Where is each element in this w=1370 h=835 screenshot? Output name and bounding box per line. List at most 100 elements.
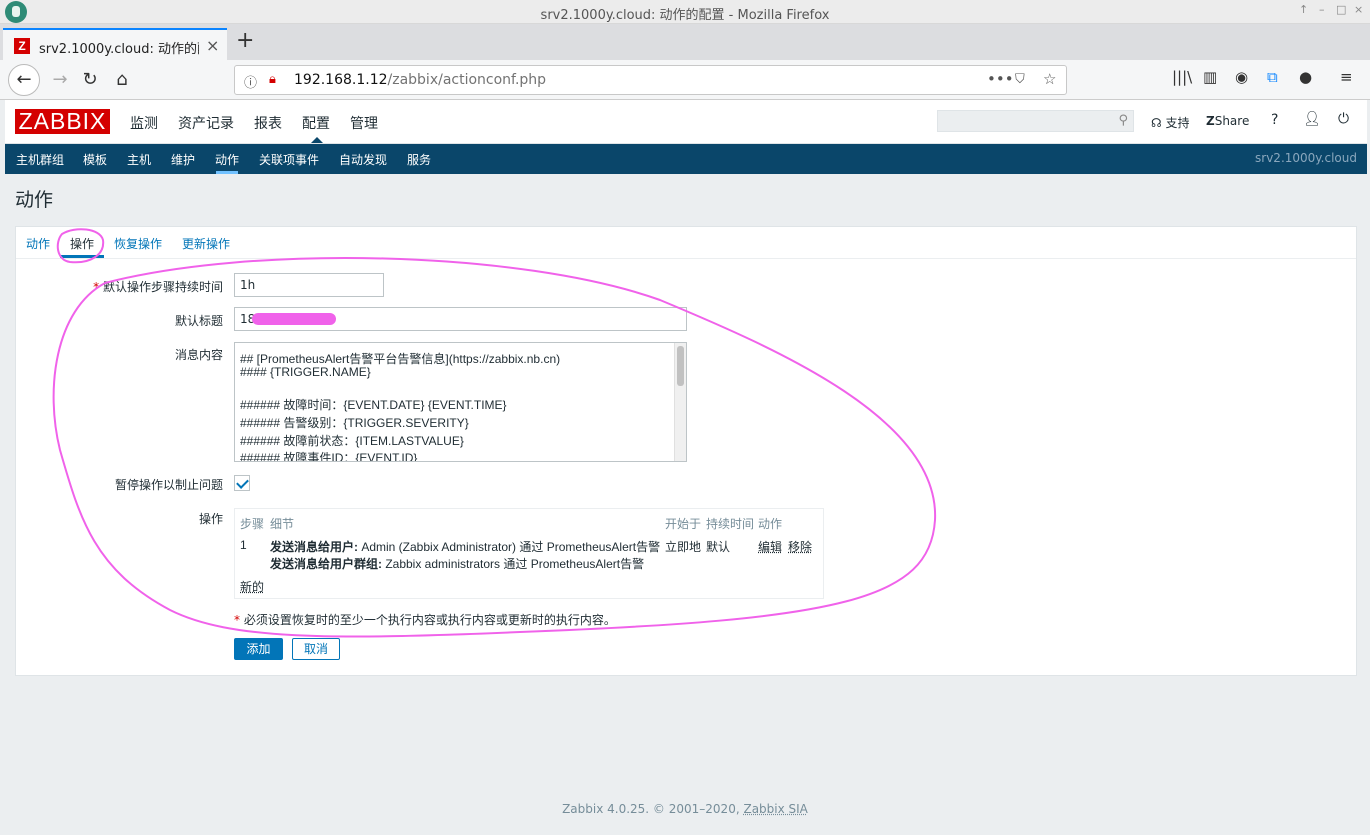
new-tab-icon[interactable]: +: [236, 28, 254, 53]
headset-icon: ☊: [1151, 116, 1162, 130]
zabbix-header: ZABBIX 监测 资产记录 报表 配置 管理 ⚲ ☊ 支持 ZShare ? …: [5, 100, 1367, 144]
footer-link[interactable]: Zabbix SIA: [743, 802, 807, 816]
extension-icon[interactable]: ●: [1299, 68, 1312, 86]
message-label: 消息内容: [174, 348, 223, 362]
active-menu-caret: [311, 137, 323, 143]
url-text[interactable]: 192.168.1.12/zabbix/actionconf.php: [294, 72, 546, 88]
page-title: 动作: [15, 189, 54, 211]
browser-tab[interactable]: Z srv2.1000y.cloud: 动作的配置 ×: [3, 28, 227, 60]
tab-close-icon[interactable]: ×: [206, 36, 219, 55]
textarea-scrollbar[interactable]: [674, 343, 686, 461]
ops-start: 立即地: [665, 540, 702, 554]
submenu-discovery[interactable]: 自动发现: [339, 151, 387, 168]
subject-label: 默认标题: [174, 314, 223, 328]
sidebar-icon[interactable]: ▥: [1203, 68, 1217, 86]
window-minimize-icon[interactable]: –: [1319, 3, 1325, 16]
ops-header-start: 开始于: [665, 517, 702, 531]
ops-remove-link[interactable]: 移除: [788, 538, 812, 555]
zabbix-favicon-icon: Z: [14, 38, 30, 54]
submenu-templates[interactable]: 模板: [83, 151, 107, 168]
message-line: ###### 故障前状态：{ITEM.LASTVALUE}: [240, 434, 464, 448]
submenu-event-correlation[interactable]: 关联项事件: [259, 151, 319, 168]
menu-inventory[interactable]: 资产记录: [178, 113, 234, 133]
submenu-host-groups[interactable]: 主机群组: [16, 151, 64, 168]
profile-icon[interactable]: 👤︎: [1303, 111, 1321, 127]
menu-reports[interactable]: 报表: [254, 113, 282, 133]
logout-icon[interactable]: ⏻: [1338, 111, 1349, 127]
ops-step: 1: [240, 538, 247, 552]
back-icon[interactable]: ←: [8, 64, 40, 96]
ops-detail-user: 发送消息给用户: Admin (Zabbix Administrator) 通过…: [270, 540, 661, 554]
submenu-hosts[interactable]: 主机: [127, 151, 151, 168]
menu-configuration[interactable]: 配置: [302, 113, 330, 133]
ops-new-link[interactable]: 新的: [240, 578, 264, 595]
browser-tab-strip: Z srv2.1000y.cloud: 动作的配置 ×: [0, 24, 1370, 60]
ops-header-details: 细节: [270, 517, 295, 531]
tab-update-operations[interactable]: 更新操作: [182, 235, 230, 252]
browser-tab-title: srv2.1000y.cloud: 动作的配置: [39, 42, 199, 57]
menu-monitoring[interactable]: 监测: [130, 113, 158, 133]
support-link[interactable]: ☊ 支持: [1151, 114, 1190, 131]
footer: Zabbix 4.0.25. © 2001–2020, Zabbix SIA: [562, 802, 808, 816]
forward-icon[interactable]: →: [44, 64, 76, 96]
sub-menu: 主机群组 模板 主机 维护 动作 关联项事件 自动发现 服务 srv2.1000…: [5, 144, 1367, 174]
tab-operations[interactable]: 操作: [70, 235, 94, 252]
pocket-icon[interactable]: ⛉: [1015, 72, 1025, 87]
url-bar[interactable]: ⓘ 🔒︎ 192.168.1.12/zabbix/actionconf.php …: [234, 65, 1067, 95]
page-actions-icon[interactable]: •••: [987, 70, 1014, 88]
ops-duration: 默认: [706, 540, 731, 554]
ops-detail-group: 发送消息给用户群组: Zabbix administrators 通过 Prom…: [270, 557, 645, 571]
tab-recovery-operations[interactable]: 恢复操作: [114, 235, 162, 252]
zabbix-logo[interactable]: ZABBIX: [15, 109, 110, 134]
help-link[interactable]: ?: [1271, 112, 1278, 128]
step-duration-label: * 默认操作步骤持续时间: [93, 280, 223, 294]
ops-header-action: 动作: [758, 517, 783, 531]
window-close-icon[interactable]: ×: [1354, 3, 1363, 16]
share-logo-icon: Z: [1206, 114, 1215, 128]
ops-edit-link[interactable]: 编辑: [758, 538, 782, 555]
step-duration-input[interactable]: 1h: [234, 273, 384, 297]
cancel-button[interactable]: 取消: [292, 638, 340, 660]
bookmark-star-icon[interactable]: ☆: [1043, 70, 1056, 88]
ops-header-step: 步骤: [240, 517, 265, 531]
ops-header-duration: 持续时间: [706, 517, 755, 531]
textarea-scroll-thumb[interactable]: [677, 346, 684, 386]
insecure-lock-icon[interactable]: 🔒︎: [269, 72, 276, 87]
library-icon[interactable]: |||\: [1172, 68, 1192, 86]
form-tabs: 动作 操作 恢复操作 更新操作: [16, 227, 1356, 259]
message-line: #### {TRIGGER.NAME}: [240, 365, 371, 379]
pause-label: 暂停操作以制止问题: [114, 478, 223, 492]
os-title-bar: srv2.1000y.cloud: 动作的配置 - Mozilla Firefo…: [0, 0, 1370, 24]
action-form-panel: 动作 操作 恢复操作 更新操作 * 默认操作步骤持续时间 1h 默认标题 186…: [15, 226, 1357, 676]
submenu-maintenance[interactable]: 维护: [171, 151, 195, 168]
tab-action[interactable]: 动作: [26, 235, 50, 252]
message-line: ###### 告警级别：{TRIGGER.SEVERITY}: [240, 416, 469, 430]
window-maximize-icon[interactable]: □: [1336, 3, 1346, 16]
share-link[interactable]: ZShare: [1206, 114, 1249, 128]
submenu-active-indicator: [216, 171, 238, 174]
menu-icon[interactable]: ≡: [1340, 68, 1353, 86]
site-info-icon[interactable]: ⓘ: [244, 72, 257, 91]
message-line: ###### 故障事件ID：{EVENT.ID}: [240, 451, 418, 462]
search-icon[interactable]: ⚲: [1118, 113, 1128, 128]
server-name: srv2.1000y.cloud: [1255, 151, 1357, 165]
submenu-services[interactable]: 服务: [407, 151, 431, 168]
operations-table: 步骤 细节 开始于 持续时间 动作 1 发送消息给用户: Admin (Zabb…: [234, 508, 824, 599]
account-icon[interactable]: ◉: [1235, 68, 1248, 86]
browser-nav-bar: ← → ↻ ⌂ ⓘ 🔒︎ 192.168.1.12/zabbix/actionc…: [0, 60, 1370, 100]
home-icon[interactable]: ⌂: [106, 64, 138, 96]
message-line: ###### 故障时间：{EVENT.DATE} {EVENT.TIME}: [240, 398, 507, 412]
pause-checkbox[interactable]: [234, 475, 250, 491]
operations-label: 操作: [198, 512, 223, 526]
submenu-actions[interactable]: 动作: [215, 151, 239, 168]
redaction-mark: [252, 313, 336, 325]
reload-icon[interactable]: ↻: [74, 64, 106, 96]
window-title: srv2.1000y.cloud: 动作的配置 - Mozilla Firefo…: [540, 8, 830, 23]
search-input[interactable]: ⚲: [937, 110, 1134, 132]
message-textarea[interactable]: ## [PrometheusAlert告警平台告警信息](https://zab…: [234, 342, 687, 462]
requirement-note: * 必须设置恢复时的至少一个执行内容或执行内容或更新时的执行内容。: [234, 613, 616, 627]
menu-administration[interactable]: 管理: [350, 113, 378, 133]
add-button[interactable]: 添加: [234, 638, 283, 660]
sync-icon[interactable]: ⧉: [1267, 68, 1278, 86]
window-raise-icon[interactable]: ↑: [1299, 3, 1308, 16]
